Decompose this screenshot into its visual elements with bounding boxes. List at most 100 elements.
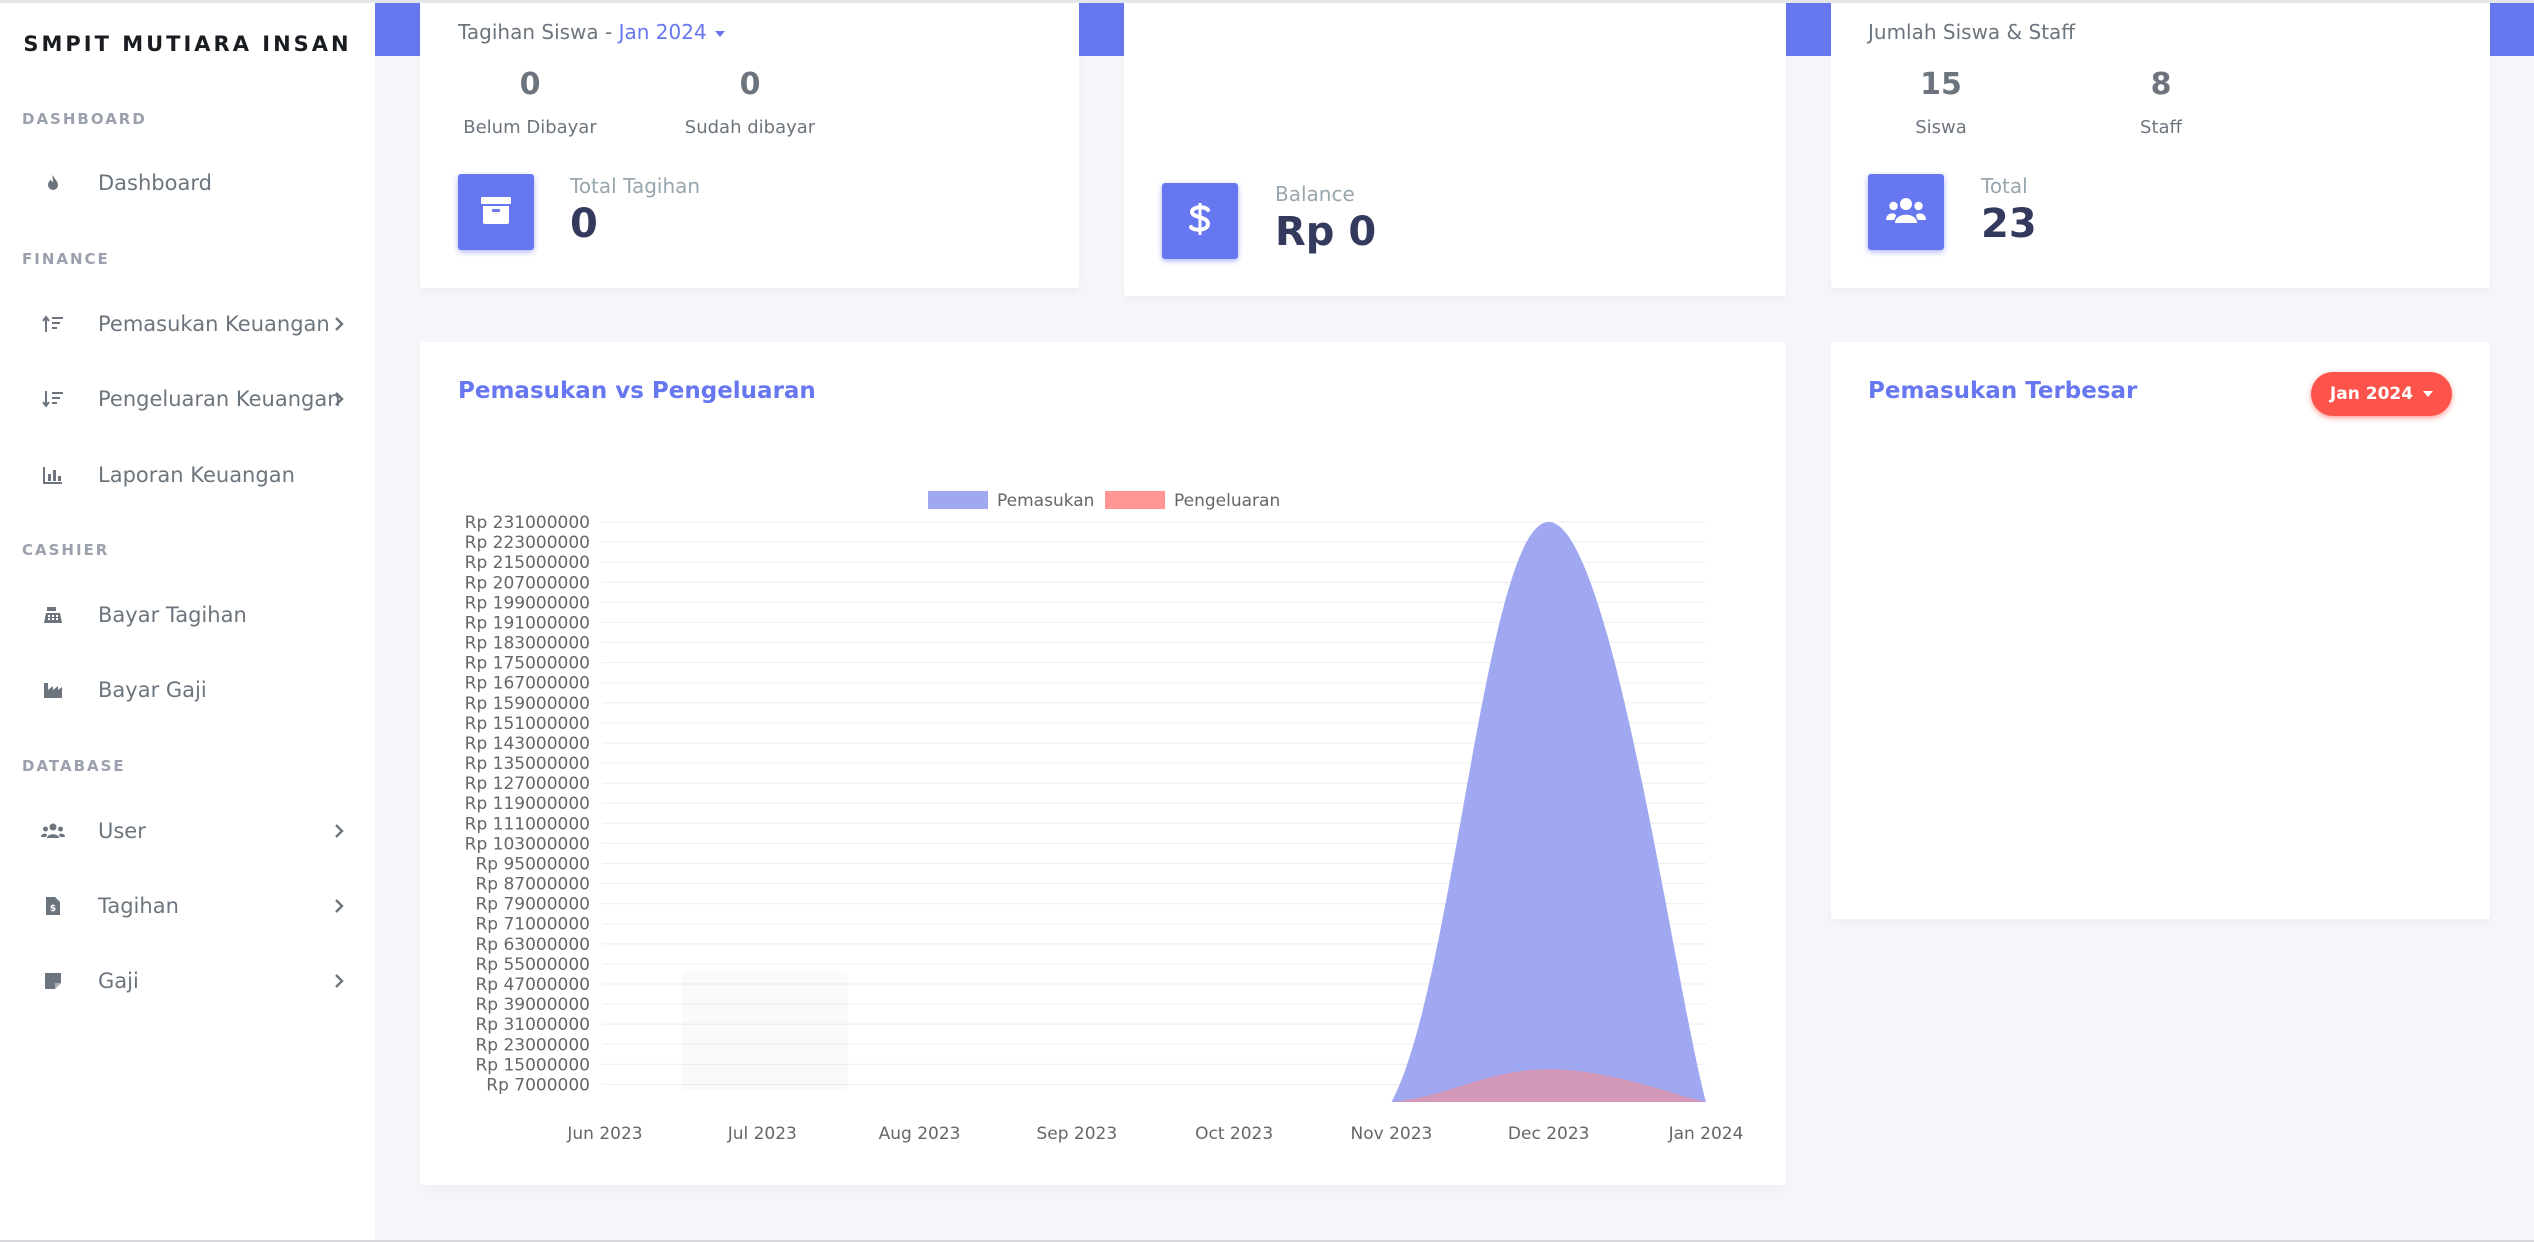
header-accent <box>2490 3 2534 56</box>
sort-amount-down-icon <box>38 390 68 408</box>
tooltip-ghost <box>682 972 848 1090</box>
y-tick-label: Rp 79000000 <box>475 895 590 915</box>
sidebar-item-label: Pengeluaran Keuangan <box>98 387 341 411</box>
sidebar-item-pengeluaran-keuangan[interactable]: Pengeluaran Keuangan <box>0 371 375 427</box>
cash-register-icon <box>38 606 68 624</box>
dollar-icon <box>1189 201 1211 241</box>
bar-chart-icon <box>38 466 68 484</box>
total-label: Total <box>1981 174 2028 198</box>
card-title: Tagihan Siswa - Jan 2024 <box>458 20 725 44</box>
y-tick-label: Rp 191000000 <box>465 613 590 633</box>
sidebar-item-label: Bayar Gaji <box>98 678 207 702</box>
chevron-right-icon <box>328 387 350 411</box>
tagihan-siswa-card: Tagihan Siswa - Jan 2024 0 Belum Dibayar… <box>420 0 1079 288</box>
pemasukan-vs-pengeluaran-card: Pemasukan vs Pengeluaran Rp 231000000 Rp … <box>420 342 1786 1185</box>
sudah-dibayar-value: 0 <box>739 67 761 102</box>
y-tick-label: Rp 95000000 <box>475 854 590 874</box>
legend-label: Pemasukan <box>997 491 1094 511</box>
y-tick-label: Rp 31000000 <box>475 1015 590 1035</box>
sidebar-item-gaji[interactable]: Gaji <box>0 953 375 1009</box>
sidebar-item-user[interactable]: User <box>0 803 375 859</box>
x-tick-label: Dec 2023 <box>1508 1124 1590 1144</box>
sidebar-item-tagihan[interactable]: $ Tagihan <box>0 878 375 934</box>
sudah-dibayar-label: Sudah dibayar <box>684 117 816 138</box>
x-tick-label: Oct 2023 <box>1195 1124 1273 1144</box>
pemasukan-terbesar-card: Pemasukan Terbesar <box>1831 342 2490 919</box>
menu-header-cashier: CASHIER <box>22 541 110 559</box>
y-tick-label: Rp 135000000 <box>465 754 590 774</box>
users-icon <box>38 823 68 839</box>
header-accent <box>375 3 420 56</box>
y-tick-label: Rp 71000000 <box>475 915 590 935</box>
y-tick-label: Rp 143000000 <box>465 734 590 754</box>
staff-label: Staff <box>2140 117 2182 138</box>
y-tick-label: Rp 231000000 <box>465 513 590 533</box>
industry-icon <box>38 681 68 699</box>
siswa-label: Siswa <box>1915 117 1967 138</box>
y-tick-label: Rp 215000000 <box>465 553 590 573</box>
period-dropdown[interactable]: Jan 2024 <box>619 20 725 44</box>
legend-label: Pengeluaran <box>1174 491 1280 511</box>
users-icon <box>1886 196 1926 228</box>
sidebar-item-label: Bayar Tagihan <box>98 603 247 627</box>
y-tick-label: Rp 103000000 <box>465 834 590 854</box>
y-tick-label: Rp 7000000 <box>486 1075 590 1095</box>
users-icon-box <box>1868 174 1944 250</box>
total-tagihan-label: Total Tagihan <box>570 174 701 198</box>
x-tick-label: Jul 2023 <box>727 1124 797 1144</box>
caret-down-icon <box>2423 391 2434 397</box>
legend-swatch <box>1105 491 1165 509</box>
header-accent <box>1786 3 1831 56</box>
staff-value: 8 <box>2150 67 2172 102</box>
sidebar-item-label: Tagihan <box>98 894 179 918</box>
period-dropdown-button[interactable]: Jan 2024 <box>2311 372 2452 416</box>
y-tick-label: Rp 87000000 <box>475 875 590 895</box>
chevron-right-icon <box>328 894 350 918</box>
x-tick-label: Sep 2023 <box>1036 1124 1117 1144</box>
belum-dibayar-value: 0 <box>519 67 541 102</box>
sidebar-item-bayar-gaji[interactable]: Bayar Gaji <box>0 662 375 718</box>
sidebar-item-dashboard[interactable]: Dashboard <box>0 155 375 211</box>
y-tick-label: Rp 151000000 <box>465 714 590 734</box>
sidebar-item-label: User <box>98 819 146 843</box>
legend-swatch <box>928 491 988 509</box>
chevron-right-icon <box>328 312 350 336</box>
x-tick-label: Nov 2023 <box>1350 1124 1432 1144</box>
sticky-note-icon <box>38 972 68 990</box>
y-tick-label: Rp 175000000 <box>465 654 590 674</box>
menu-header-dashboard: DASHBOARD <box>22 110 147 128</box>
siswa-value: 15 <box>1920 67 1962 102</box>
header-accent <box>1079 3 1124 56</box>
y-tick-label: Rp 63000000 <box>475 935 590 955</box>
sidebar: SMPIT MUTIARA INSAN DASHBOARD Dashboard … <box>0 0 375 1242</box>
menu-header-finance: FINANCE <box>22 250 110 268</box>
x-tick-label: Jan 2024 <box>1668 1124 1744 1144</box>
brand-title[interactable]: SMPIT MUTIARA INSAN <box>0 32 375 56</box>
period-button-label: Jan 2024 <box>2329 384 2414 404</box>
y-tick-label: Rp 55000000 <box>475 955 590 975</box>
sidebar-item-bayar-tagihan[interactable]: Bayar Tagihan <box>0 587 375 643</box>
total-tagihan-value: 0 <box>570 201 598 247</box>
archive-icon <box>480 195 512 229</box>
balance-value: Rp 0 <box>1275 209 1377 255</box>
sidebar-item-label: Laporan Keuangan <box>98 463 295 487</box>
y-tick-label: Rp 47000000 <box>475 975 590 995</box>
caret-down-icon <box>714 30 725 37</box>
y-tick-label: Rp 159000000 <box>465 694 590 714</box>
y-tick-label: Rp 119000000 <box>465 794 590 814</box>
sidebar-item-label: Gaji <box>98 969 139 993</box>
total-value: 23 <box>1981 201 2037 247</box>
y-tick-label: Rp 111000000 <box>465 814 590 834</box>
chevron-right-icon <box>328 969 350 993</box>
x-tick-label: Aug 2023 <box>879 1124 961 1144</box>
y-tick-label: Rp 167000000 <box>465 674 590 694</box>
sidebar-item-label: Pemasukan Keuangan <box>98 312 330 336</box>
sidebar-item-laporan-keuangan[interactable]: Laporan Keuangan <box>0 447 375 503</box>
balance-label: Balance <box>1275 182 1355 206</box>
dollar-icon-box <box>1162 183 1238 259</box>
tagihan-title: Tagihan Siswa <box>458 20 599 44</box>
balance-card: Balance Rp 0 <box>1124 0 1786 296</box>
archive-icon-box <box>458 174 534 250</box>
y-tick-label: Rp 199000000 <box>465 593 590 613</box>
sidebar-item-pemasukan-keuangan[interactable]: Pemasukan Keuangan <box>0 296 375 352</box>
